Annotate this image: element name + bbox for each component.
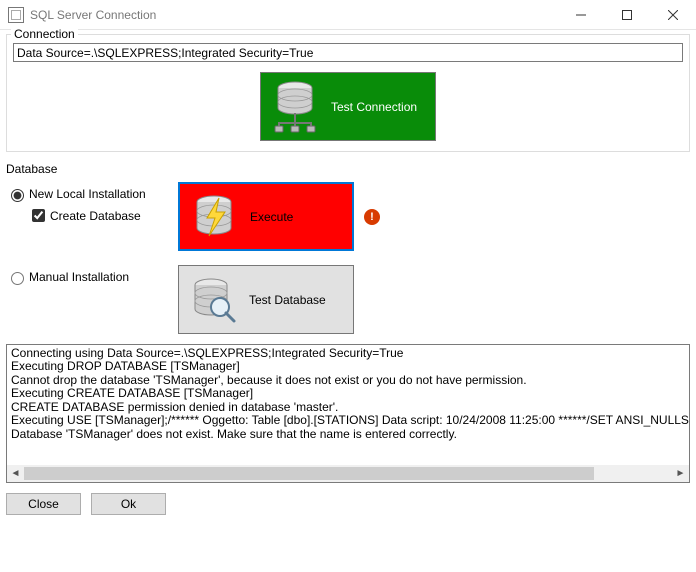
log-line: Executing USE [TSManager];/****** Oggett…: [11, 414, 685, 427]
scroll-right-button[interactable]: ►: [672, 465, 689, 482]
execute-button[interactable]: Execute: [178, 182, 354, 251]
database-group: Database New Local Installation Create D…: [6, 162, 690, 334]
execute-label: Execute: [250, 210, 293, 224]
error-icon: !: [364, 209, 380, 225]
scroll-left-button[interactable]: ◄: [7, 465, 24, 482]
test-database-label: Test Database: [249, 293, 326, 307]
log-line: Database 'TSManager' does not exist. Mak…: [11, 428, 685, 441]
test-connection-button[interactable]: Test Connection: [260, 72, 436, 141]
new-local-installation-radio[interactable]: New Local Installation: [6, 186, 178, 202]
maximize-button[interactable]: [604, 0, 650, 30]
log-line: Cannot drop the database 'TSManager', be…: [11, 374, 685, 387]
close-window-button[interactable]: [650, 0, 696, 30]
create-db-label: Create Database: [50, 209, 141, 223]
new-local-label: New Local Installation: [29, 187, 146, 201]
ok-button[interactable]: Ok: [91, 493, 166, 515]
test-connection-label: Test Connection: [331, 100, 417, 114]
scroll-track[interactable]: [24, 465, 672, 482]
log-line: CREATE DATABASE permission denied in dat…: [11, 401, 685, 414]
log-content: Connecting using Data Source=.\SQLEXPRES…: [7, 345, 689, 467]
new-local-radio-input[interactable]: [11, 189, 24, 202]
manual-label: Manual Installation: [29, 270, 129, 284]
footer: Close Ok: [0, 483, 696, 525]
manual-installation-radio[interactable]: Manual Installation: [6, 269, 178, 285]
log-output[interactable]: Connecting using Data Source=.\SQLEXPRES…: [6, 344, 690, 483]
connection-group: Connection: [6, 34, 690, 152]
titlebar: SQL Server Connection: [0, 0, 696, 30]
create-db-check-input[interactable]: [32, 209, 45, 222]
log-line: Executing DROP DATABASE [TSManager]: [11, 360, 685, 373]
connection-legend: Connection: [11, 27, 78, 41]
database-legend: Database: [6, 162, 690, 176]
create-database-checkbox[interactable]: Create Database: [28, 206, 178, 225]
window-title: SQL Server Connection: [30, 8, 558, 22]
app-icon: [8, 7, 24, 23]
log-line: Executing CREATE DATABASE [TSManager]: [11, 387, 685, 400]
manual-radio-input[interactable]: [11, 272, 24, 285]
horizontal-scrollbar[interactable]: ◄ ►: [7, 465, 689, 482]
test-database-button[interactable]: Test Database: [178, 265, 354, 334]
database-lightning-icon: [186, 189, 242, 245]
log-line: Connecting using Data Source=.\SQLEXPRES…: [11, 347, 685, 360]
connection-string-input[interactable]: [13, 43, 683, 62]
database-network-icon: [267, 79, 323, 135]
database-search-icon: [185, 272, 241, 328]
scroll-thumb[interactable]: [24, 467, 594, 480]
close-button[interactable]: Close: [6, 493, 81, 515]
minimize-button[interactable]: [558, 0, 604, 30]
